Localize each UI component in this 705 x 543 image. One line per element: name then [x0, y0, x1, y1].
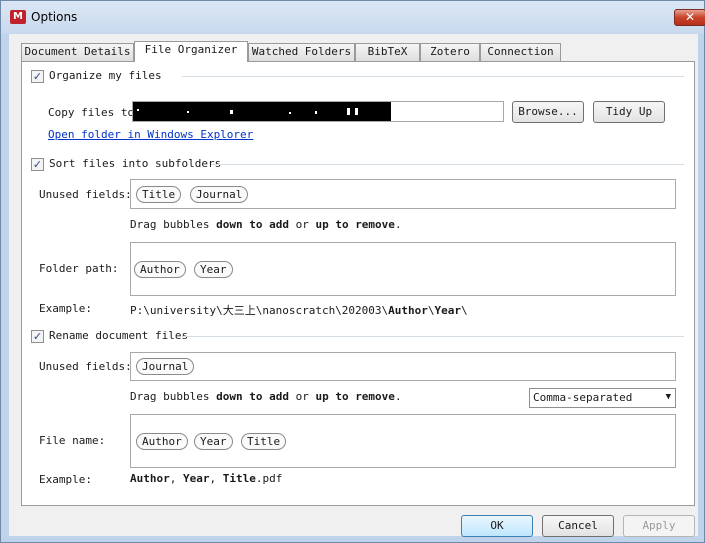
close-button[interactable]: ✕ [674, 9, 705, 26]
title-bar[interactable]: M Options ✕ [1, 1, 705, 33]
mendeley-app-icon: M [10, 10, 26, 24]
example-path: P:\university\大三上\nanoscratch\202003\ [130, 304, 389, 317]
hint-text: Drag bubbles [130, 218, 217, 231]
hint-down: down to add [216, 390, 289, 403]
hint-up: up to remove [315, 218, 395, 231]
file-name-label: File name: [39, 434, 106, 447]
rename-checkbox-label: Rename document files [49, 329, 189, 342]
rename-example-label: Example: [39, 473, 92, 486]
sort-example-label: Example: [39, 302, 92, 315]
example-author: Author [130, 472, 170, 485]
open-folder-link[interactable]: Open folder in Windows Explorer [48, 128, 253, 141]
tidy-up-button[interactable]: Tidy Up [593, 101, 665, 123]
hint-up: up to remove [315, 390, 395, 403]
copy-files-input[interactable] [132, 101, 504, 122]
hint-or: or [288, 390, 316, 403]
group-divider [182, 76, 684, 77]
tab-connection[interactable]: Connection [480, 43, 561, 61]
field-bubble-title[interactable]: Title [136, 186, 182, 203]
sort-unused-label: Unused fields: [39, 188, 132, 201]
sort-unused-fields-box[interactable]: Title Journal [130, 179, 676, 209]
tab-label: Connection [487, 45, 554, 58]
hint-text: Drag bubbles [130, 390, 217, 403]
folder-path-label: Folder path: [39, 262, 119, 275]
example-comma: , [169, 472, 183, 485]
tab-zotero[interactable]: Zotero [420, 43, 480, 61]
tab-label: Watched Folders [251, 45, 352, 58]
tab-label: BibTeX [367, 45, 408, 58]
copy-files-label: Copy files to: [48, 106, 141, 119]
redacted-path [133, 102, 391, 121]
rename-checkbox[interactable]: ✓ [31, 330, 44, 343]
options-window: M Options ✕ Document Details File Organi… [0, 0, 705, 543]
sort-drag-hint: Drag bubbles down to add or up to remove… [130, 218, 402, 231]
example-year: Year [183, 472, 210, 485]
folder-path-box[interactable]: Author Year [130, 242, 676, 296]
window-title: Options [31, 10, 78, 24]
file-name-box[interactable]: Author Year Title [130, 414, 676, 468]
field-bubble-journal[interactable]: Journal [136, 358, 195, 375]
sort-checkbox[interactable]: ✓ [31, 158, 44, 171]
tab-label: File Organizer [144, 43, 238, 56]
chevron-down-icon: ▼ [665, 392, 671, 402]
rename-example-value: Author, Year, Title.pdf [130, 472, 282, 485]
tab-watched-folders[interactable]: Watched Folders [248, 43, 355, 61]
cancel-button[interactable]: Cancel [542, 515, 614, 537]
separator-select[interactable]: Comma-separated ▼ [529, 388, 676, 408]
tab-file-organizer[interactable]: File Organizer [134, 41, 248, 62]
hint-down: down to add [216, 218, 289, 231]
tab-bibtex[interactable]: BibTeX [355, 43, 420, 61]
group-divider [211, 164, 684, 165]
example-comma: , [209, 472, 223, 485]
example-sep: \ [427, 304, 435, 317]
example-author: Author [388, 304, 428, 317]
hint-suffix: . [394, 390, 402, 403]
separator-selected-value: Comma-separated [533, 391, 633, 404]
dialog-body: Document Details File Organizer Watched … [9, 34, 698, 537]
rename-drag-hint: Drag bubbles down to add or up to remove… [130, 390, 402, 403]
sort-checkbox-label: Sort files into subfolders [49, 157, 222, 170]
example-year: Year [434, 304, 462, 317]
example-end: \ [461, 304, 468, 317]
tab-label: Zotero [430, 45, 470, 58]
file-organizer-panel: ✓ Organize my files Copy files to: Brows… [21, 61, 695, 506]
field-bubble-journal[interactable]: Journal [190, 186, 249, 203]
field-bubble-author[interactable]: Author [136, 433, 188, 450]
organize-checkbox-label: Organize my files [49, 69, 162, 82]
example-ext: .pdf [255, 472, 283, 485]
rename-unused-label: Unused fields: [39, 360, 132, 373]
field-bubble-year[interactable]: Year [194, 261, 233, 278]
hint-or: or [288, 218, 316, 231]
example-title: Title [222, 472, 256, 485]
group-divider [182, 336, 684, 337]
ok-button[interactable]: OK [461, 515, 533, 537]
field-bubble-title[interactable]: Title [241, 433, 287, 450]
sort-example-value: P:\university\大三上\nanoscratch\202003\Aut… [130, 302, 468, 318]
organize-checkbox[interactable]: ✓ [31, 70, 44, 83]
hint-suffix: . [394, 218, 402, 231]
tab-document-details[interactable]: Document Details [21, 43, 134, 61]
field-bubble-year[interactable]: Year [194, 433, 233, 450]
apply-button[interactable]: Apply [623, 515, 695, 537]
browse-button[interactable]: Browse... [512, 101, 584, 123]
field-bubble-author[interactable]: Author [134, 261, 186, 278]
rename-unused-fields-box[interactable]: Journal [130, 352, 676, 381]
tab-label: Document Details [24, 45, 131, 58]
